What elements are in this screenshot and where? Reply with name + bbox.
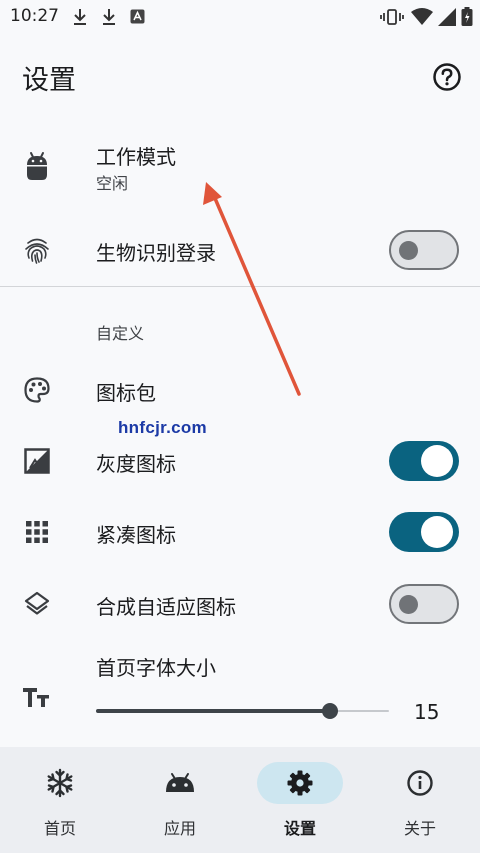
gear-icon <box>287 770 313 796</box>
nav-label-apps: 应用 <box>163 819 196 838</box>
compact-icons-row[interactable]: 紧凑图标 <box>0 504 480 560</box>
grayscale-icons-row[interactable]: 灰度图标 <box>0 433 480 489</box>
vibrate-icon <box>380 9 404 25</box>
font-size-title: 首页字体大小 <box>96 656 216 680</box>
section-header-custom: 自定义 <box>96 324 145 343</box>
nav-item-about[interactable]: 关于 <box>360 747 480 853</box>
battery-icon <box>461 7 473 26</box>
work-mode-title: 工作模式 <box>96 145 176 169</box>
nav-label-home: 首页 <box>43 819 76 838</box>
font-size-slider-inactive-track[interactable] <box>330 710 389 712</box>
nav-indicator <box>257 762 343 804</box>
fingerprint-icon <box>22 235 52 265</box>
biometric-login-toggle[interactable] <box>389 230 459 270</box>
status-time: 10:27 <box>10 6 59 26</box>
download-icon <box>74 9 86 25</box>
text-size-icon <box>22 682 52 712</box>
nav-indicator <box>17 762 103 804</box>
android-icon <box>166 773 194 792</box>
divider <box>0 286 480 287</box>
icon-pack-row[interactable]: 图标包 <box>0 362 480 418</box>
snowflake-icon <box>47 768 73 798</box>
watermark: hnfcjr.com <box>118 418 207 437</box>
nav-label-settings: 设置 <box>283 819 316 838</box>
page-title: 设置 <box>22 65 76 96</box>
nav-indicator <box>137 762 223 804</box>
android-icon <box>22 151 52 181</box>
bottom-navigation: 首页 应用 设置 关于 <box>0 747 480 853</box>
top-app-bar: 设置 <box>0 50 480 106</box>
toggle-knob <box>421 445 453 477</box>
signal-icon <box>438 8 456 26</box>
info-icon <box>407 770 433 796</box>
font-notification-icon <box>130 9 145 24</box>
grayscale-icons-title: 灰度图标 <box>96 452 176 476</box>
adaptive-icons-title: 合成自适应图标 <box>96 595 236 619</box>
biometric-login-row[interactable]: 生物识别登录 <box>0 222 480 278</box>
toggle-knob <box>399 594 418 614</box>
toggle-knob <box>399 240 418 260</box>
nav-item-settings[interactable]: 设置 <box>240 747 360 853</box>
grid-icon <box>22 517 52 547</box>
nav-item-home[interactable]: 首页 <box>0 747 120 853</box>
font-size-slider-thumb[interactable] <box>322 703 339 719</box>
compact-icons-toggle[interactable] <box>389 512 459 552</box>
palette-icon <box>22 375 52 405</box>
adaptive-icons-row[interactable]: 合成自适应图标 <box>0 576 480 632</box>
biometric-login-title: 生物识别登录 <box>96 241 216 265</box>
annotation-arrow <box>203 182 301 396</box>
work-mode-value: 空闲 <box>96 174 129 193</box>
grayscale-image-icon <box>22 446 52 476</box>
adaptive-icons-toggle[interactable] <box>389 584 459 624</box>
icon-pack-title: 图标包 <box>96 381 156 405</box>
font-size-slider-active-track <box>96 709 331 713</box>
nav-item-apps[interactable]: 应用 <box>120 747 240 853</box>
nav-label-about: 关于 <box>403 819 436 838</box>
wifi-icon <box>411 8 433 25</box>
font-size-value: 15 <box>414 700 440 724</box>
compact-icons-title: 紧凑图标 <box>96 523 176 547</box>
status-bar: 10:27 <box>0 0 480 34</box>
nav-indicator <box>377 762 463 804</box>
toggle-knob <box>421 516 453 548</box>
work-mode-row[interactable]: 工作模式 空闲 <box>0 130 480 205</box>
help-icon[interactable] <box>432 62 462 92</box>
grayscale-icons-toggle[interactable] <box>389 441 459 481</box>
layers-icon <box>22 589 52 619</box>
download-icon <box>103 9 115 25</box>
